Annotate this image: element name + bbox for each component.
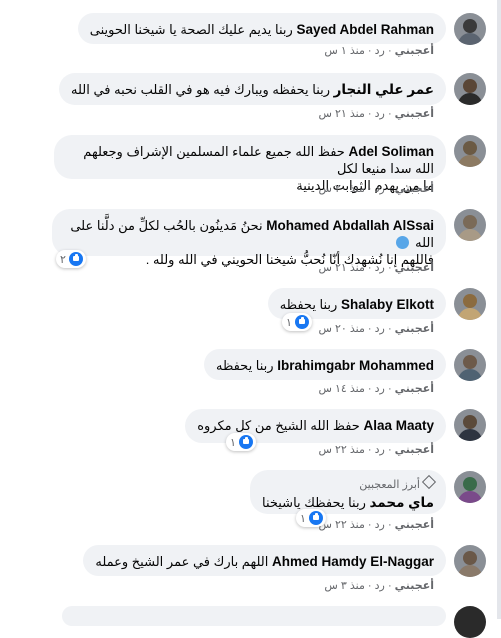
commenter-name[interactable]: عمر علي النجار [334, 82, 434, 97]
avatar[interactable] [454, 471, 486, 503]
diamond-icon [421, 474, 437, 490]
comment-text: اللهم بارك في عمر الشيخ وعمله [95, 554, 269, 569]
comment-actions: أعجبني · رد · منذ ٢٠ س [318, 183, 435, 195]
timestamp[interactable]: منذ ٣ س [324, 580, 364, 592]
comment-actions: أعجبني · رد · منذ ١٤ س [318, 383, 435, 395]
comment-text: ربنا يحفظه ويبارك فيه هو في القلب نحبه ف… [71, 82, 331, 97]
comment-bubble: Ibrahimgabr Mohammed ربنا يحفظه [203, 349, 446, 380]
reaction-count[interactable]: ٢ [56, 250, 86, 268]
comment-bubble: Ahmed Hamdy El-Naggar اللهم بارك في عمر … [83, 545, 446, 576]
reply-link[interactable]: رد [375, 323, 385, 335]
like-link[interactable]: أعجبني [395, 108, 434, 120]
like-link[interactable]: أعجبني [395, 519, 434, 531]
comment-actions: أعجبني · رد · منذ ٢٢ س [318, 444, 435, 456]
avatar[interactable] [454, 288, 486, 320]
commenter-name[interactable]: Adel Soliman [348, 144, 434, 159]
comment-actions: أعجبني · رد · منذ ٢١ س [318, 262, 435, 274]
reply-link[interactable]: رد [375, 580, 385, 592]
comment-bubble: Mohamed Abdallah AlSsai نحنُ مَدينُون با… [52, 209, 446, 267]
comment-actions: أعجبني · رد · منذ ٣ س [324, 580, 434, 592]
scrollbar[interactable] [497, 0, 501, 619]
comment-text: ربنا يحفظه [215, 358, 274, 373]
reaction-count[interactable]: ١ [226, 433, 256, 451]
commenter-name[interactable]: ماي محمد [370, 495, 435, 510]
like-icon [294, 315, 309, 329]
like-icon [68, 252, 83, 266]
reply-link[interactable]: رد [375, 183, 385, 195]
comment-actions: أعجبني · رد · منذ ٢٠ س [318, 323, 435, 335]
timestamp[interactable]: منذ ٢٠ س [319, 323, 365, 335]
heart-icon [395, 236, 409, 249]
reply-link[interactable]: رد [375, 45, 385, 57]
avatar[interactable] [454, 349, 486, 381]
comment-bubble [62, 606, 446, 626]
top-fan-badge: أبرز المعجبين [262, 474, 437, 492]
comment-bubble: Sayed Abdel Rahman ربنا يديم عليك الصحة … [77, 13, 446, 44]
commenter-name[interactable]: Alaa Maaty [363, 418, 434, 433]
comment-text: حفظ الله الشيخ من كل مكروه [197, 418, 360, 433]
timestamp[interactable]: منذ ٢٢ س [319, 444, 365, 456]
timestamp[interactable]: منذ ١ س [324, 45, 364, 57]
like-link[interactable]: أعجبني [395, 262, 434, 274]
like-link[interactable]: أعجبني [395, 580, 434, 592]
comment-text: ربنا يحفظه [279, 297, 338, 312]
reply-link[interactable]: رد [375, 262, 385, 274]
comments-list: Sayed Abdel Rahman ربنا يديم عليك الصحة … [0, 0, 501, 638]
avatar[interactable] [454, 73, 486, 105]
comment-bubble: أبرز المعجبين ماي محمد ربنا يحفظك ياشيخن… [249, 470, 446, 514]
like-link[interactable]: أعجبني [395, 45, 434, 57]
avatar[interactable] [454, 209, 486, 241]
timestamp[interactable]: منذ ٢١ س [319, 262, 365, 274]
reply-link[interactable]: رد [375, 519, 385, 531]
comment-actions: أعجبني · رد · منذ ٢٢ س [318, 519, 435, 531]
like-icon [238, 435, 253, 449]
scrollbar-thumb[interactable] [497, 0, 501, 619]
avatar[interactable] [454, 606, 486, 638]
comment-bubble: Adel Soliman حفظ الله جميع علماء المسلمي… [54, 135, 446, 193]
comment-text: ربنا يحفظك ياشيخنا [261, 495, 366, 510]
like-link[interactable]: أعجبني [395, 323, 434, 335]
timestamp[interactable]: منذ ٢٠ س [319, 183, 365, 195]
commenter-name[interactable]: Sayed Abdel Rahman [296, 22, 434, 37]
commenter-name[interactable]: Ahmed Hamdy El-Naggar [272, 554, 434, 569]
timestamp[interactable]: منذ ٢٢ س [319, 519, 365, 531]
comment-bubble: Alaa Maaty حفظ الله الشيخ من كل مكروه [185, 409, 446, 443]
reply-link[interactable]: رد [375, 444, 385, 456]
like-link[interactable]: أعجبني [395, 183, 434, 195]
reaction-count[interactable]: ١ [282, 313, 312, 331]
avatar[interactable] [454, 13, 486, 45]
avatar[interactable] [454, 135, 486, 167]
reply-link[interactable]: رد [375, 108, 385, 120]
commenter-name[interactable]: Mohamed Abdallah AlSsai [266, 218, 434, 233]
like-link[interactable]: أعجبني [395, 444, 434, 456]
avatar[interactable] [454, 545, 486, 577]
comment-actions: أعجبني · رد · منذ ٢١ س [318, 108, 435, 120]
timestamp[interactable]: منذ ١٤ س [319, 383, 365, 395]
comment-text: ربنا يديم عليك الصحة يا شيخنا الحوينى [89, 22, 293, 37]
avatar[interactable] [454, 409, 486, 441]
comment-actions: أعجبني · رد · منذ ١ س [324, 45, 434, 57]
commenter-name[interactable]: Shalaby Elkott [341, 297, 434, 312]
timestamp[interactable]: منذ ٢١ س [319, 108, 365, 120]
comment-bubble: عمر علي النجار ربنا يحفظه ويبارك فيه هو … [59, 73, 446, 105]
like-link[interactable]: أعجبني [395, 383, 434, 395]
reply-link[interactable]: رد [375, 383, 385, 395]
commenter-name[interactable]: Ibrahimgabr Mohammed [277, 358, 434, 373]
